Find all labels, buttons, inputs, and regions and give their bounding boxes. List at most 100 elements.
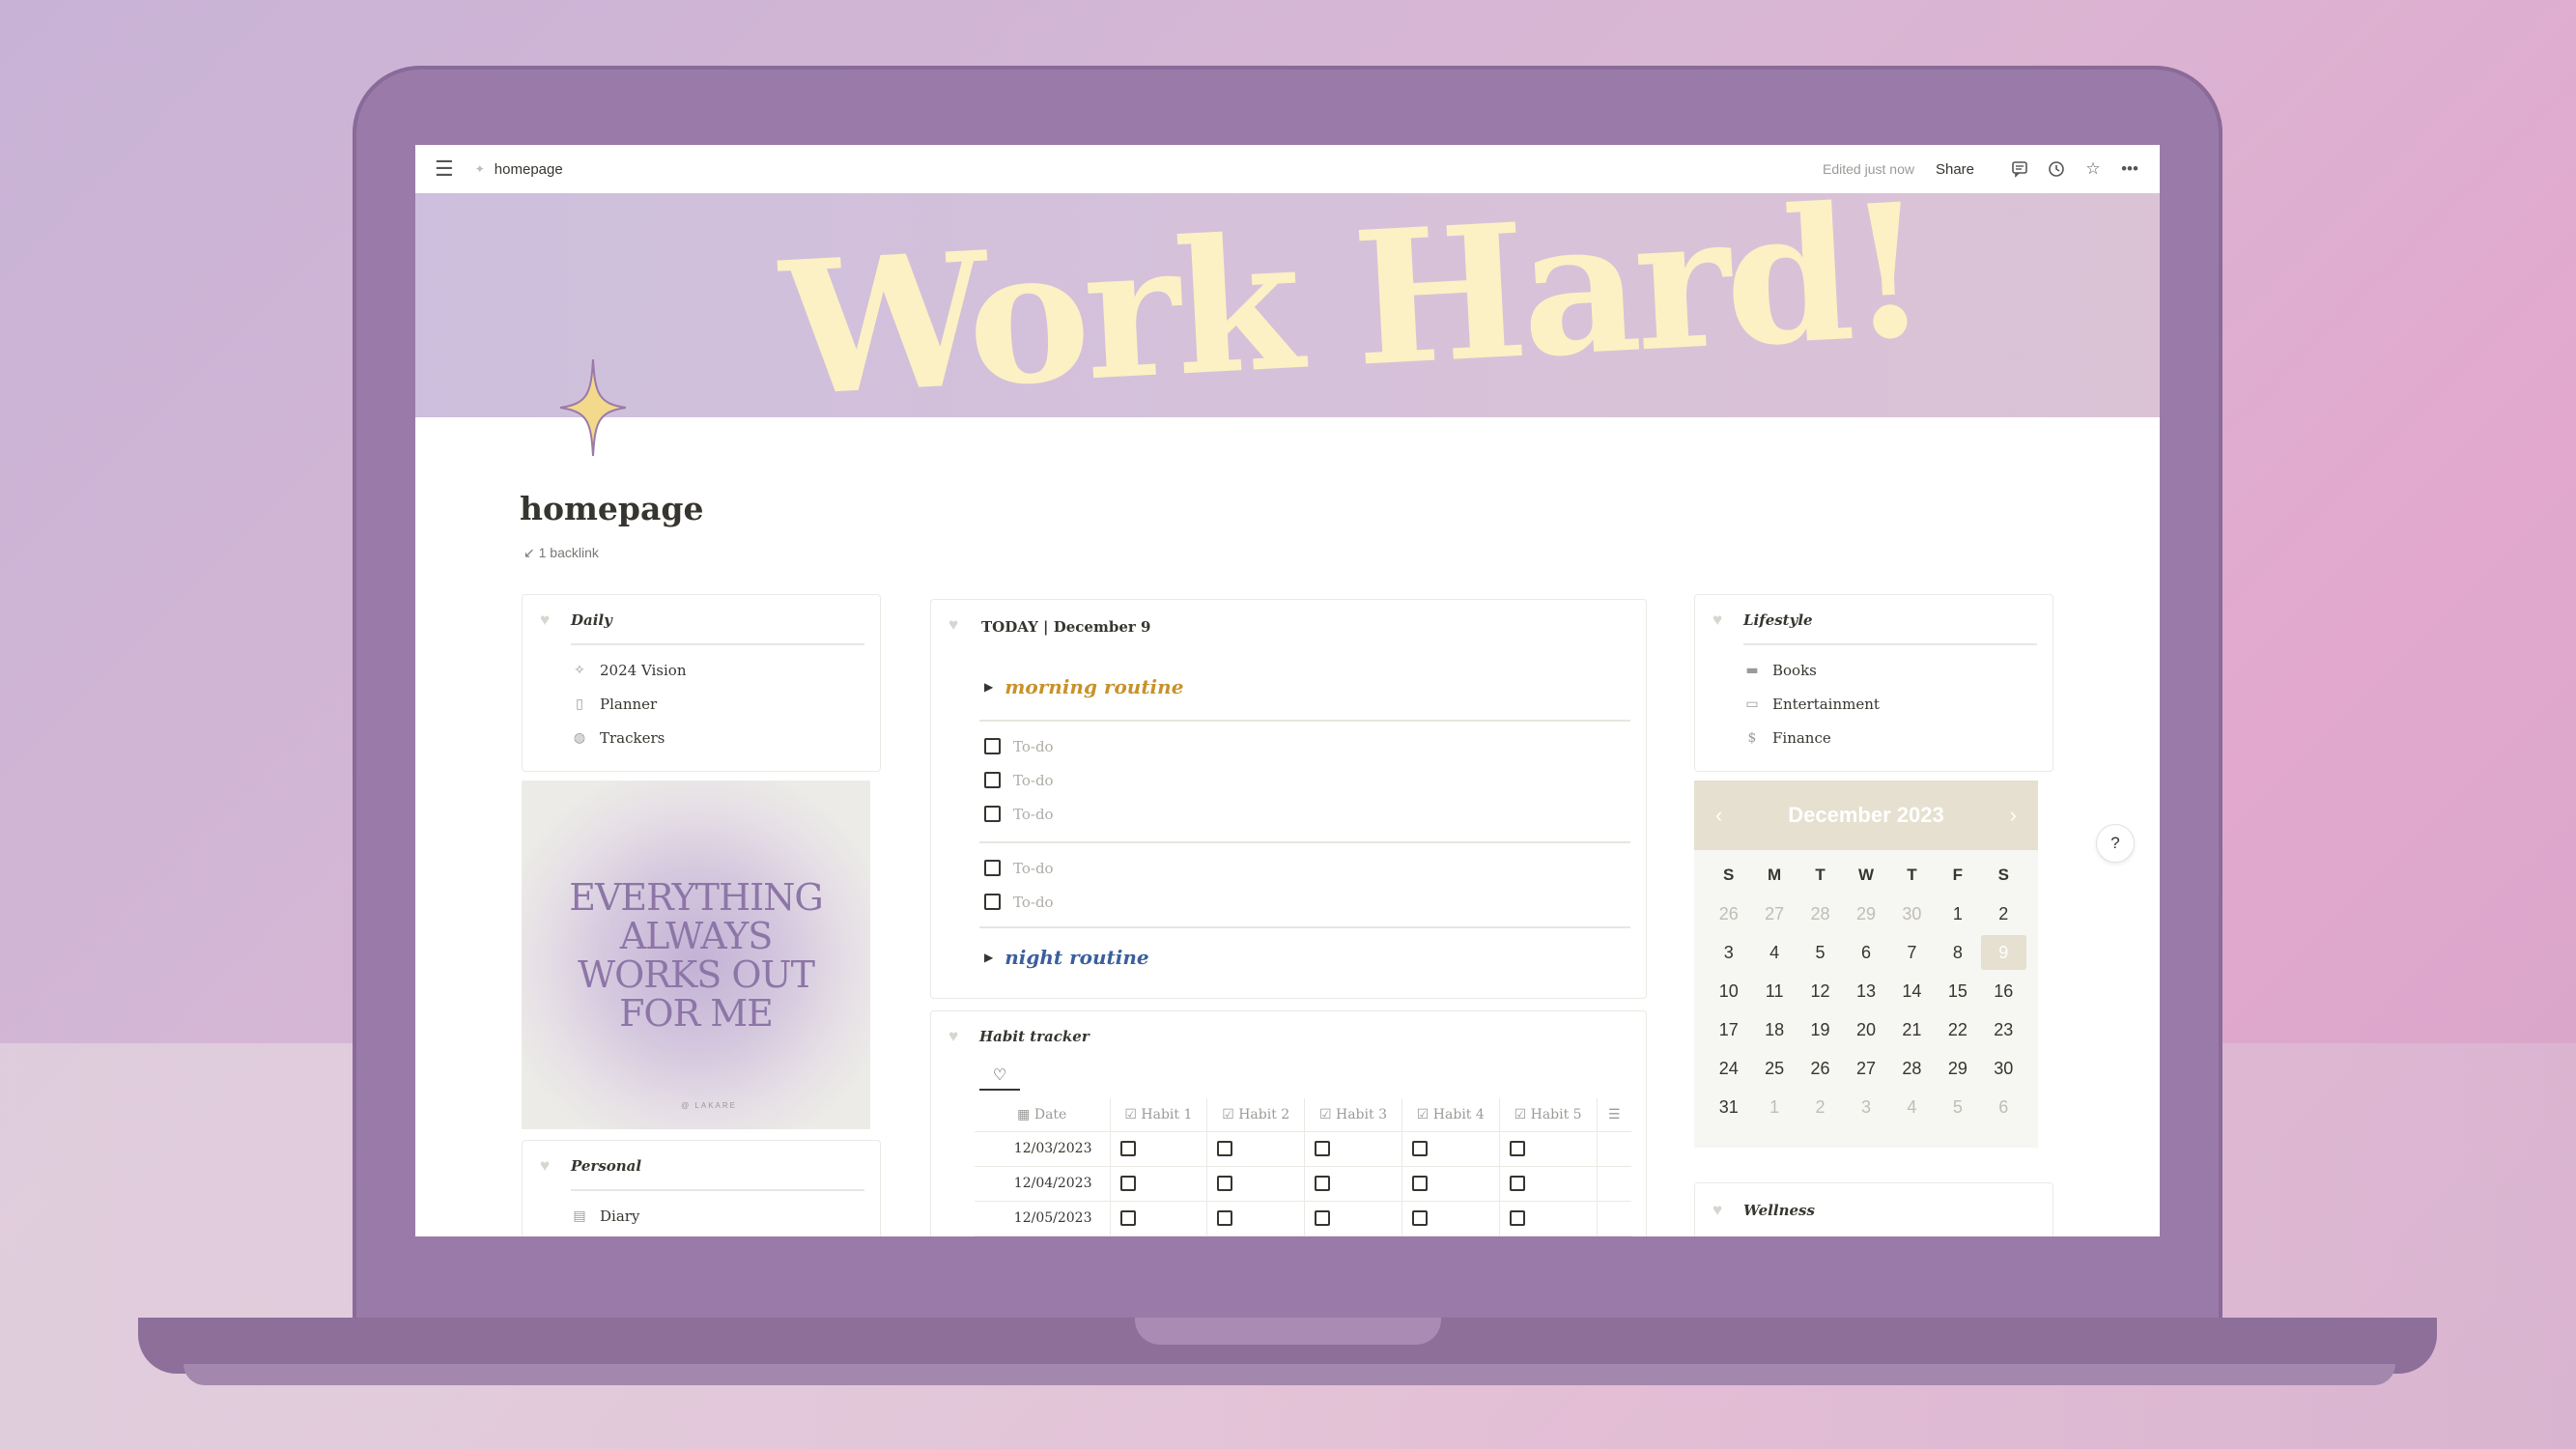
column-header-habit[interactable]: ☑ Habit 5 bbox=[1499, 1098, 1598, 1132]
calendar-day[interactable]: 27 bbox=[1843, 1051, 1888, 1086]
checkbox[interactable] bbox=[1509, 1176, 1525, 1191]
calendar-day[interactable]: 22 bbox=[1935, 1012, 1980, 1047]
calendar-day[interactable]: 17 bbox=[1706, 1012, 1751, 1047]
checkbox[interactable] bbox=[1217, 1176, 1233, 1191]
checkbox[interactable] bbox=[1315, 1141, 1331, 1156]
calendar-day[interactable]: 1 bbox=[1935, 896, 1980, 931]
help-button[interactable]: ? bbox=[2096, 824, 2135, 863]
calendar-day[interactable]: 30 bbox=[1889, 896, 1935, 931]
calendar-day[interactable]: 4 bbox=[1751, 935, 1797, 970]
chevron-left-icon[interactable]: ‹ bbox=[1715, 803, 1722, 828]
checkbox[interactable] bbox=[1119, 1176, 1136, 1191]
menu-icon[interactable]: ☰ bbox=[435, 156, 454, 182]
calendar-day[interactable]: 4 bbox=[1889, 1090, 1935, 1124]
calendar-day[interactable]: 2 bbox=[1981, 896, 2026, 931]
calendar-day[interactable]: 5 bbox=[1798, 935, 1843, 970]
calendar-day[interactable]: 27 bbox=[1751, 896, 1797, 931]
backlink[interactable]: ↙ 1 backlink bbox=[524, 545, 599, 561]
checkbox[interactable] bbox=[1411, 1176, 1428, 1191]
calendar-day[interactable]: 28 bbox=[1798, 896, 1843, 931]
calendar-day[interactable]: 24 bbox=[1706, 1051, 1751, 1086]
todo-item[interactable]: To-do bbox=[984, 763, 1054, 797]
calendar-day[interactable]: 2 bbox=[1798, 1090, 1843, 1124]
column-settings[interactable]: ☰ bbox=[1597, 1098, 1631, 1132]
night-routine-toggle[interactable]: ▶ night routine bbox=[984, 946, 1149, 969]
calendar-day[interactable]: 7 bbox=[1889, 935, 1935, 970]
favorite-star-icon[interactable]: ☆ bbox=[2082, 158, 2104, 180]
column-header-habit[interactable]: ☑ Habit 1 bbox=[1110, 1098, 1208, 1132]
history-icon[interactable] bbox=[2046, 158, 2067, 180]
calendar-day[interactable]: 25 bbox=[1751, 1051, 1797, 1086]
checkbox[interactable] bbox=[1315, 1176, 1331, 1191]
calendar-day-selected[interactable]: 9 bbox=[1980, 935, 2026, 970]
todo-item[interactable]: To-do bbox=[984, 885, 1054, 919]
checkbox[interactable] bbox=[1411, 1141, 1428, 1156]
calendar-day[interactable]: 6 bbox=[1981, 1090, 2026, 1124]
calendar-day[interactable]: 10 bbox=[1706, 974, 1751, 1009]
calendar-day[interactable]: 11 bbox=[1751, 974, 1797, 1009]
checkbox[interactable] bbox=[1217, 1141, 1233, 1156]
calendar-day[interactable]: 13 bbox=[1843, 974, 1888, 1009]
view-tab-heart[interactable]: ♡ bbox=[979, 1062, 1020, 1091]
checkbox[interactable] bbox=[984, 772, 1001, 788]
checkbox[interactable] bbox=[984, 738, 1001, 754]
column-header-date[interactable]: ▦ Date bbox=[975, 1098, 1111, 1132]
calendar-day[interactable]: 29 bbox=[1843, 896, 1888, 931]
breadcrumb[interactable]: homepage bbox=[495, 161, 563, 178]
comment-icon[interactable] bbox=[2009, 158, 2030, 180]
column-header-habit[interactable]: ☑ Habit 3 bbox=[1304, 1098, 1402, 1132]
link-label: 2024 Vision bbox=[600, 661, 687, 679]
todo-item[interactable]: To-do bbox=[984, 797, 1054, 831]
date-cell[interactable]: 12/05/2023 bbox=[975, 1201, 1111, 1236]
calendar-day[interactable]: 16 bbox=[1981, 974, 2026, 1009]
checkbox[interactable] bbox=[984, 860, 1001, 876]
calendar-day[interactable]: 1 bbox=[1751, 1090, 1797, 1124]
calendar-day[interactable]: 3 bbox=[1843, 1090, 1888, 1124]
todo-item[interactable]: To-do bbox=[984, 729, 1054, 763]
more-options-icon[interactable]: ••• bbox=[2119, 158, 2140, 180]
date-cell[interactable]: 12/04/2023 bbox=[975, 1166, 1111, 1202]
calendar-day[interactable]: 15 bbox=[1935, 974, 1980, 1009]
calendar-day[interactable]: 26 bbox=[1706, 896, 1751, 931]
checkbox[interactable] bbox=[1509, 1210, 1525, 1226]
checkbox[interactable] bbox=[1411, 1210, 1428, 1226]
checkbox[interactable] bbox=[1315, 1210, 1331, 1226]
date-cell[interactable]: 12/03/2023 bbox=[975, 1131, 1111, 1167]
checkbox[interactable] bbox=[1509, 1141, 1525, 1156]
calendar-day[interactable]: 8 bbox=[1935, 935, 1980, 970]
calendar-day[interactable]: 18 bbox=[1751, 1012, 1797, 1047]
calendar-day[interactable]: 29 bbox=[1935, 1051, 1980, 1086]
chevron-right-icon[interactable]: › bbox=[2010, 803, 2017, 828]
calendar-day[interactable]: 12 bbox=[1798, 974, 1843, 1009]
calendar-day[interactable]: 26 bbox=[1798, 1051, 1843, 1086]
daily-link-vision[interactable]: ✧ 2024 Vision bbox=[571, 653, 851, 687]
checkbox[interactable] bbox=[1217, 1210, 1233, 1226]
calendar-day[interactable]: 28 bbox=[1889, 1051, 1935, 1086]
morning-routine-toggle[interactable]: ▶ morning routine bbox=[984, 675, 1183, 698]
checkbox[interactable] bbox=[1119, 1141, 1136, 1156]
calendar-day[interactable]: 31 bbox=[1706, 1090, 1751, 1124]
calendar-day[interactable]: 23 bbox=[1981, 1012, 2026, 1047]
daily-link-planner[interactable]: ▯ Planner bbox=[571, 687, 851, 721]
calendar-day[interactable]: 30 bbox=[1981, 1051, 2026, 1086]
todo-item[interactable]: To-do bbox=[984, 851, 1054, 885]
column-header-habit[interactable]: ☑ Habit 2 bbox=[1206, 1098, 1306, 1132]
checkbox[interactable] bbox=[984, 894, 1001, 910]
table-row: 12/03/2023 bbox=[975, 1131, 1631, 1167]
calendar-day[interactable]: 19 bbox=[1798, 1012, 1843, 1047]
lifestyle-link-finance[interactable]: $ Finance bbox=[1743, 721, 2024, 754]
calendar-day[interactable]: 20 bbox=[1843, 1012, 1888, 1047]
column-header-habit[interactable]: ☑ Habit 4 bbox=[1401, 1098, 1500, 1132]
todo-group-1: To-do To-do To-do bbox=[984, 729, 1054, 831]
checkbox[interactable] bbox=[1119, 1210, 1136, 1226]
personal-link-diary[interactable]: ▤ Diary bbox=[571, 1199, 851, 1233]
calendar-day[interactable]: 3 bbox=[1706, 935, 1751, 970]
checkbox[interactable] bbox=[984, 806, 1001, 822]
calendar-day[interactable]: 5 bbox=[1935, 1090, 1980, 1124]
calendar-day[interactable]: 21 bbox=[1889, 1012, 1935, 1047]
daily-link-trackers[interactable]: ◍ Trackers bbox=[571, 721, 851, 754]
lifestyle-link-books[interactable]: ▬ Books bbox=[1743, 653, 2024, 687]
lifestyle-link-entertainment[interactable]: ▭ Entertainment bbox=[1743, 687, 2024, 721]
calendar-day[interactable]: 6 bbox=[1843, 935, 1888, 970]
calendar-day[interactable]: 14 bbox=[1889, 974, 1935, 1009]
